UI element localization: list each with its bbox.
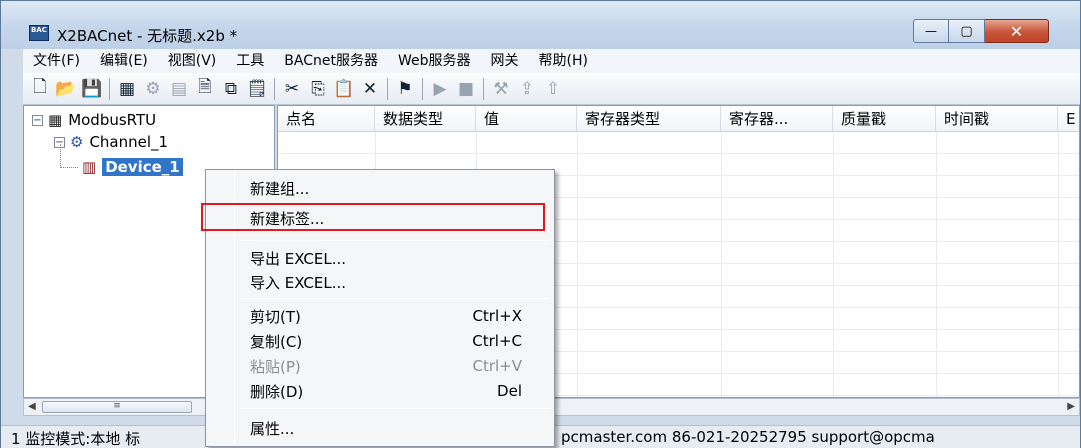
channel-icon: ⚙ [70,133,84,151]
menu-item-label: 导出 EXCEL... [250,249,347,268]
tree-node-root[interactable]: − ▦ ModbusRTU [32,109,156,131]
menu-item-shortcut: Del [497,382,522,400]
tree-node-root-label: ModbusRTU [68,111,157,129]
toolbar-separator [109,77,110,100]
menu-edit[interactable]: 编辑(E) [90,49,158,73]
col-data-type-header[interactable]: 数据类型 [375,106,476,132]
tree-guide [60,144,61,168]
close-button[interactable]: ✕ [985,19,1049,43]
menu-bar: 文件(F) 编辑(E) 视图(V) 工具 BACnet服务器 Web服务器 网关… [23,49,1080,73]
close-icon: ✕ [1009,21,1024,41]
tree-guide [60,167,78,168]
tree-node-channel[interactable]: − ⚙ Channel_1 [54,131,168,153]
caption-buttons: — ▢ ✕ [913,19,1049,45]
menu-help[interactable]: 帮助(H) [529,49,598,73]
col-e-header[interactable]: E [1058,106,1079,132]
menu-file[interactable]: 文件(F) [23,49,90,73]
menu-item-label: 导入 EXCEL... [250,273,347,292]
menu-item-copy[interactable]: 复制(C) Ctrl+C [236,327,552,355]
properties-icon[interactable]: 🗒 [244,76,270,102]
col-register-type-header[interactable]: 寄存器类型 [577,106,721,132]
device-icon: ▥ [82,158,97,176]
col-timestamp-header[interactable]: 时间戳 [936,106,1058,132]
status-contact: pcmaster.com 86-021-20252795 support@opc… [561,428,935,446]
collapse-icon[interactable]: − [32,114,43,126]
menu-item-label: 粘贴(P) [250,357,301,376]
minimize-button[interactable]: — [913,19,949,43]
menu-item-label: 属性... [250,419,295,438]
col-value-header[interactable]: 值 [476,106,577,132]
grid-column-divider [833,132,834,397]
toolbar-separator [387,77,388,100]
col-quality-header[interactable]: 质量戳 [833,106,936,132]
grid-column-divider [721,132,722,397]
col-point-name-header[interactable]: 点名 [278,106,375,132]
menu-item-paste: 粘贴(P) Ctrl+V [236,352,552,380]
tree-node-device[interactable]: ▥ Device_1 [82,156,183,178]
scroll-thumb[interactable]: ≡ [42,401,192,413]
upload-icon[interactable]: ⇧ [540,76,566,102]
menu-separator [240,298,550,299]
menu-view[interactable]: 视图(V) [158,49,227,73]
menu-item-label: 剪切(T) [250,307,301,326]
status-mode: 1 监控模式:本地 标 [11,430,141,448]
save-icon[interactable]: 💾 [79,76,105,102]
scroll-left-icon[interactable]: ◀ [28,401,36,412]
menu-tools[interactable]: 工具 [226,49,274,73]
grid-column-divider [1058,132,1059,397]
minimize-icon: — [925,24,937,38]
toolbar: 🗋 📂 💾 ▦ ⚙ ▤ 🗎 ⧉ 🗒 ✂ ⎘ 📋 ✕ ⚑ ▶ ■ ⚒ ⇪ ⇧ [23,73,1080,105]
toolbar-separator [483,77,484,100]
window-title: X2BACnet - 无标题.x2b * [57,27,238,45]
menu-item-shortcut: Ctrl+X [472,307,522,325]
open-folder-icon[interactable]: 📂 [53,76,79,102]
menu-item-shortcut: Ctrl+V [472,357,522,375]
stop-icon[interactable]: ■ [453,76,479,102]
highlight-annotation-box [201,203,545,231]
paste-icon[interactable]: 📋 [331,76,357,102]
monitor-icon[interactable]: ⚑ [392,76,418,102]
run-icon[interactable]: ▶ [427,76,453,102]
load-icon[interactable]: ⇪ [514,76,540,102]
copy-icon[interactable]: ⎘ [305,76,331,102]
toolbar-separator [422,77,423,100]
menu-bacnet-server[interactable]: BACnet服务器 [274,49,388,73]
menu-separator [240,240,550,241]
grid-column-divider [577,132,578,397]
maximize-icon: ▢ [960,23,973,39]
grid-column-divider [936,132,937,397]
menu-item-import-excel[interactable]: 导入 EXCEL... [236,268,552,296]
toolbar-separator [274,77,275,100]
menu-gateway[interactable]: 网关 [481,49,529,73]
menu-item-cut[interactable]: 剪切(T) Ctrl+X [236,302,552,330]
col-register-header[interactable]: 寄存器... [721,106,833,132]
menu-item-delete[interactable]: 删除(D) Del [236,377,552,405]
scroll-right-icon[interactable]: ▶ [1067,401,1075,412]
batch-tag-icon[interactable]: ⧉ [218,76,244,102]
cut-icon[interactable]: ✂ [279,76,305,102]
menu-separator [240,408,550,409]
menu-item-new-group[interactable]: 新建组... [236,174,552,202]
delete-icon[interactable]: ✕ [357,76,383,102]
menu-item-label: 复制(C) [250,332,303,351]
menu-item-label: 新建组... [250,179,310,198]
grid-header: 点名 数据类型值寄存器类型 寄存器... 质量戳 时间戳 E [278,106,1079,132]
add-channel-icon[interactable]: ▦ [114,76,140,102]
title-bar[interactable]: BAC X2BACnet - 无标题.x2b * — ▢ ✕ [1,1,1080,49]
new-tag-icon[interactable]: 🗎 [192,76,218,102]
menu-item-label: 删除(D) [250,382,304,401]
maximize-button[interactable]: ▢ [949,19,985,43]
tree-node-device-label: Device_1 [102,158,183,176]
menu-item-properties[interactable]: 属性... [236,414,552,442]
tree-node-channel-label: Channel_1 [89,133,169,151]
app-icon[interactable]: BAC [29,25,49,41]
protocol-icon: ▦ [48,111,63,129]
add-device-icon[interactable]: ⚙ [140,76,166,102]
add-group-icon[interactable]: ▤ [166,76,192,102]
tools-icon[interactable]: ⚒ [488,76,514,102]
menu-item-shortcut: Ctrl+C [472,332,522,350]
menu-web-server[interactable]: Web服务器 [388,49,481,73]
app-window: BAC X2BACnet - 无标题.x2b * — ▢ ✕ 文件(F) 编辑(… [0,0,1081,448]
new-file-icon[interactable]: 🗋 [27,76,53,102]
